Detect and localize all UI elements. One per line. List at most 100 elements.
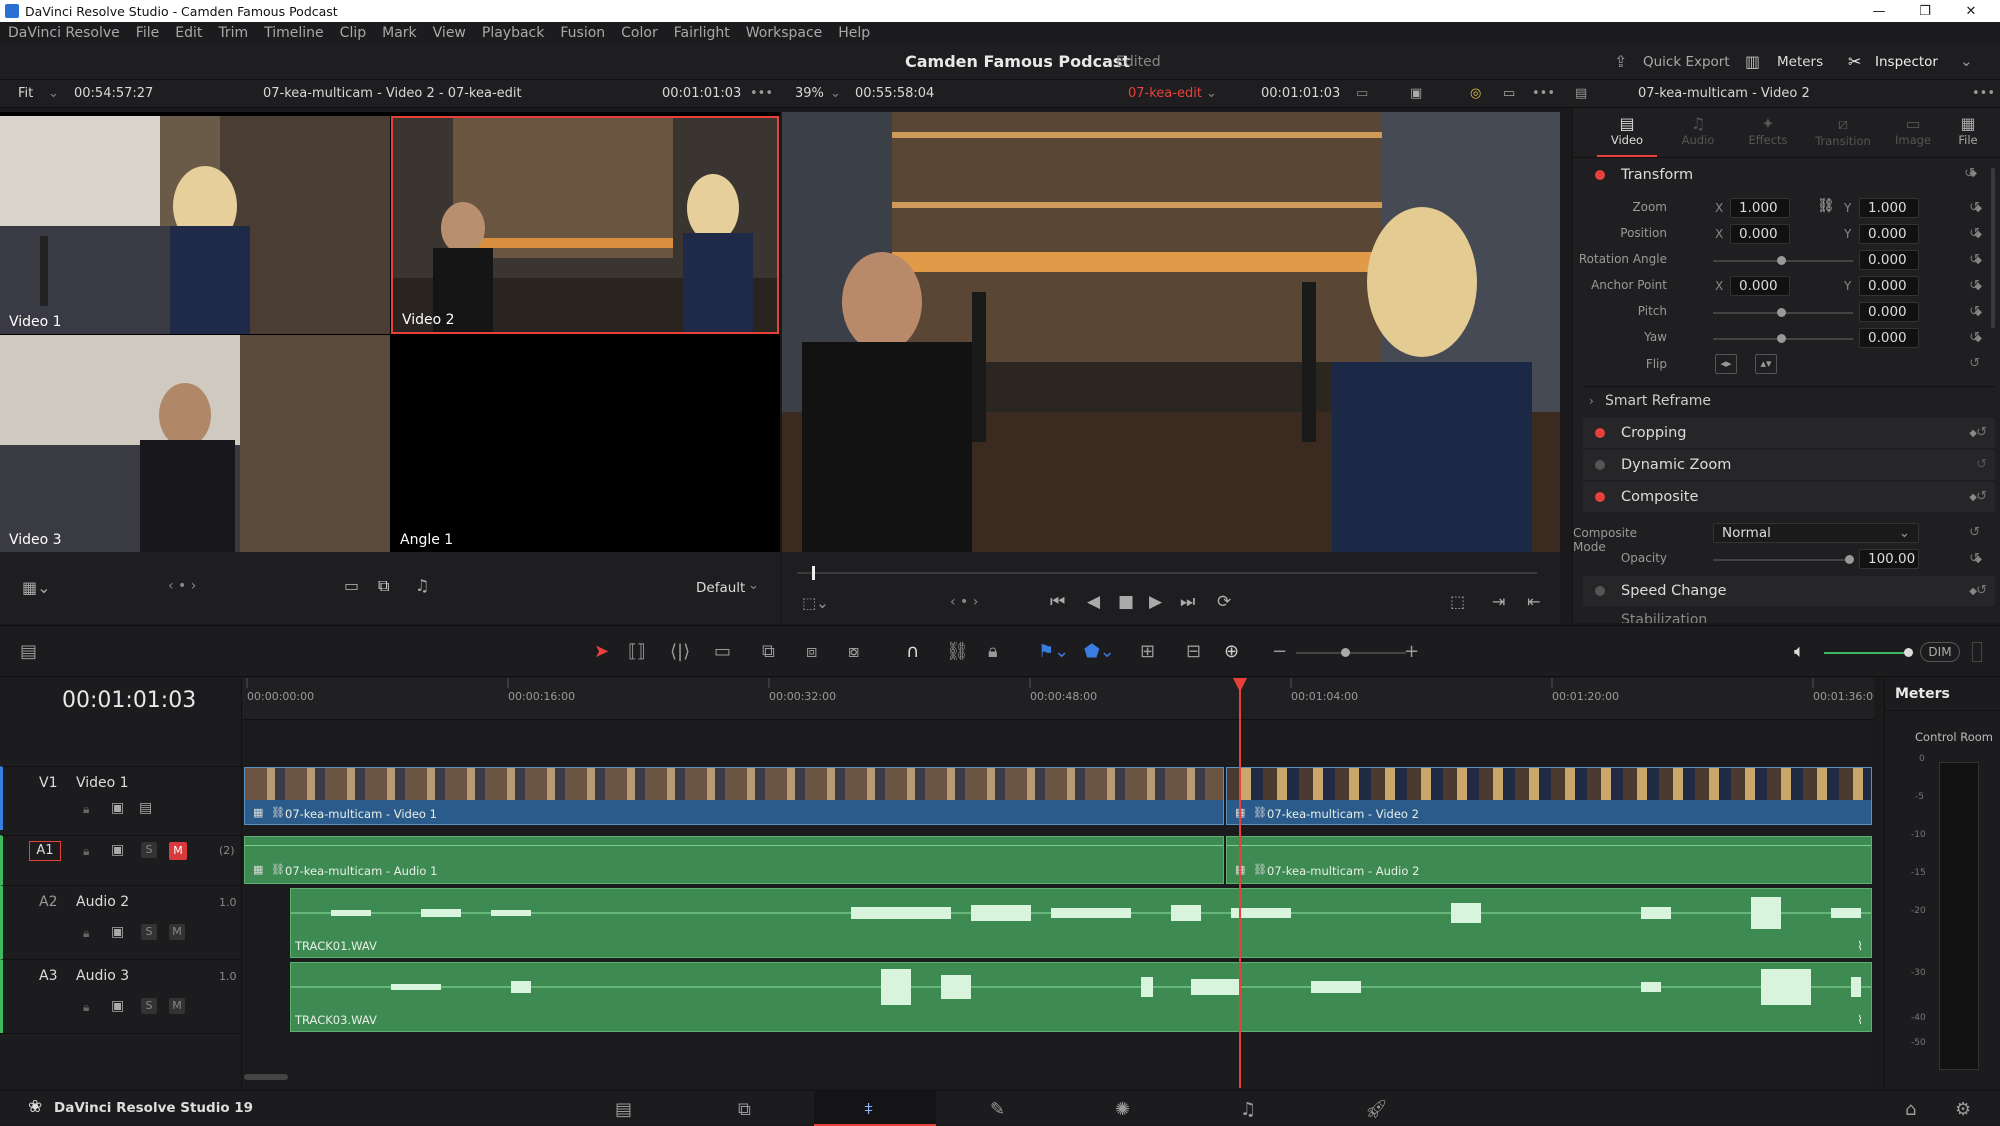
zoom-in-icon[interactable]: + xyxy=(1404,641,1419,662)
play-button[interactable]: ▶ xyxy=(1149,592,1162,612)
reset-icon[interactable]: ↺ xyxy=(1969,525,1980,540)
zoom-out-icon[interactable]: − xyxy=(1272,641,1287,662)
chevron-down-icon[interactable]: ⌄ xyxy=(748,578,759,593)
playhead[interactable] xyxy=(1239,678,1241,1088)
flip-horizontal-button[interactable]: ◂▸ xyxy=(1715,354,1737,374)
enable-toggle[interactable] xyxy=(1595,492,1605,502)
reset-icon[interactable]: ↺ xyxy=(1969,356,1980,371)
reset-icon[interactable]: ↺ xyxy=(1969,551,1980,566)
enable-toggle[interactable] xyxy=(1595,460,1605,470)
volume-curve-icon[interactable]: ⌇ xyxy=(1857,1013,1863,1027)
position-x-field[interactable]: 0.000 xyxy=(1730,224,1790,244)
opacity-slider[interactable] xyxy=(1713,559,1853,561)
blade-tool-icon[interactable]: ▭ xyxy=(714,641,731,662)
menu-help[interactable]: Help xyxy=(830,25,878,41)
timeline-dropdown[interactable]: 07-kea-edit xyxy=(1128,80,1202,108)
fusion-page-icon[interactable]: ✎ xyxy=(990,1099,1005,1120)
track-id[interactable]: A1 xyxy=(29,841,61,861)
go-to-start-button[interactable]: ⏮ xyxy=(1050,592,1065,612)
composite-section-header[interactable]: Composite ◆ ↺ xyxy=(1583,482,1995,512)
single-viewer-icon[interactable]: ▭ xyxy=(1503,80,1515,108)
dynamic-zoom-section-header[interactable]: Dynamic Zoom ↺ xyxy=(1583,450,1995,480)
menu-fusion[interactable]: Fusion xyxy=(552,25,613,41)
snapping-icon[interactable]: ∩ xyxy=(906,641,919,662)
slider-handle[interactable] xyxy=(1341,648,1350,657)
solo-button[interactable]: S xyxy=(141,924,157,940)
trim-tool-icon[interactable]: ⟦⟧ xyxy=(628,641,646,662)
reset-icon[interactable]: ↺ xyxy=(1976,583,1987,598)
cut-page-icon[interactable]: ⧉ xyxy=(738,1099,751,1120)
go-to-end-button[interactable]: ⏭ xyxy=(1180,592,1195,612)
close-button[interactable]: ✕ xyxy=(1948,0,1994,22)
inspector-icon[interactable]: ✂ xyxy=(1848,52,1861,71)
angle-video-1[interactable]: Video 1 xyxy=(0,116,390,334)
tab-file[interactable]: ▦ File xyxy=(1938,114,1998,147)
horizontal-scrollbar[interactable] xyxy=(244,1074,288,1080)
enable-toggle[interactable] xyxy=(1595,170,1605,180)
menu-trim[interactable]: Trim xyxy=(210,25,256,41)
more-options-icon[interactable]: ••• xyxy=(750,80,773,108)
minimize-button[interactable]: — xyxy=(1856,0,1902,22)
meters-icon[interactable]: ▥ xyxy=(1745,52,1760,71)
layout-dropdown[interactable]: Default xyxy=(696,580,745,596)
reset-icon[interactable]: ↺ xyxy=(1969,226,1980,241)
color-page-icon[interactable]: ✺ xyxy=(1115,1099,1130,1120)
menu-file[interactable]: File xyxy=(128,25,167,41)
audio-clip[interactable]: TRACK03.WAV ⌇ xyxy=(290,962,1872,1032)
flip-vertical-button[interactable]: ▴▾ xyxy=(1755,354,1777,374)
media-page-icon[interactable]: ▤ xyxy=(615,1099,632,1120)
menu-clip[interactable]: Clip xyxy=(332,25,374,41)
selection-tool-icon[interactable]: ➤ xyxy=(594,641,609,662)
reset-icon[interactable]: ↺ xyxy=(1969,252,1980,267)
track-name[interactable]: Video 1 xyxy=(76,775,129,791)
reset-icon[interactable]: ↺ xyxy=(1969,304,1980,319)
chevron-down-icon[interactable]: ⌄ xyxy=(830,80,841,108)
stabilization-section-header[interactable]: Stabilization xyxy=(1583,610,1995,623)
chevron-right-icon[interactable]: › xyxy=(1589,394,1594,408)
deliver-page-icon[interactable]: 🚀︎ xyxy=(1365,1099,1388,1120)
maximize-button[interactable]: ❐ xyxy=(1902,0,1948,22)
bank-nav[interactable]: ‹ • › xyxy=(168,578,196,594)
audio-clip[interactable]: ▦ ⛓ 07-kea-multicam - Audio 1 xyxy=(244,836,1224,884)
speaker-icon[interactable]: 🔈︎ xyxy=(1794,641,1805,662)
lock-icon[interactable]: 🔒︎ xyxy=(83,802,89,817)
tab-effects[interactable]: ✦ Effects xyxy=(1738,114,1798,147)
transform-section-header[interactable]: Transform ◆ ↺ xyxy=(1583,160,1995,190)
mute-button-active[interactable]: M xyxy=(169,842,187,860)
scrubber-track[interactable] xyxy=(797,572,1537,574)
tab-video[interactable]: ▤ Video xyxy=(1597,114,1657,147)
mixer-toggle[interactable] xyxy=(1972,642,1982,662)
fairlight-page-icon[interactable]: ♫ xyxy=(1240,1099,1256,1120)
angle-video-3[interactable]: Video 3 xyxy=(0,335,390,552)
meters-button[interactable]: Meters xyxy=(1777,54,1823,70)
smart-reframe-section[interactable]: Smart Reframe xyxy=(1605,393,1711,409)
audio-clip[interactable]: TRACK01.WAV ⌇ xyxy=(290,888,1872,958)
position-y-field[interactable]: 0.000 xyxy=(1859,224,1919,244)
anchor-y-field[interactable]: 0.000 xyxy=(1859,276,1919,296)
slider-handle[interactable] xyxy=(1845,555,1854,564)
slider-handle[interactable] xyxy=(1777,308,1786,317)
tab-image[interactable]: ▭ Image xyxy=(1883,114,1943,147)
scrubber-handle[interactable] xyxy=(812,566,815,580)
viewer-mode-icon[interactable]: ▭ xyxy=(1356,80,1368,108)
anchor-x-field[interactable]: 0.000 xyxy=(1730,276,1790,296)
zoom-detail-icon[interactable]: ⊟ xyxy=(1186,641,1201,662)
menu-playback[interactable]: Playback xyxy=(474,25,552,41)
menu-mark[interactable]: Mark xyxy=(374,25,425,41)
menu-edit[interactable]: Edit xyxy=(167,25,210,41)
menu-davinci[interactable]: DaVinci Resolve xyxy=(0,25,128,41)
video-only-icon[interactable]: ▭ xyxy=(344,576,359,595)
auto-select-icon[interactable]: ▣ xyxy=(111,800,124,816)
expand-icon[interactable]: ⌄ xyxy=(1960,52,1973,70)
track-header-a1[interactable]: A1 🔒︎ ▣ S M (2) xyxy=(0,835,242,885)
track-name[interactable]: Audio 2 xyxy=(76,894,129,910)
volume-slider[interactable] xyxy=(1824,652,1910,654)
dim-button[interactable]: DIM xyxy=(1920,642,1960,662)
loop-button[interactable]: ⟳ xyxy=(1217,592,1231,612)
zoom-x-field[interactable]: 1.000 xyxy=(1730,198,1790,218)
mute-button[interactable]: M xyxy=(169,998,185,1014)
opacity-field[interactable]: 100.00 xyxy=(1859,549,1919,569)
chevron-down-icon[interactable]: ⌄ xyxy=(1206,80,1217,108)
timeline-tracks[interactable]: 00:00:00:00 00:00:16:00 00:00:32:00 00:0… xyxy=(242,678,1874,1088)
settings-gear-icon[interactable]: ⚙ xyxy=(1955,1099,1971,1120)
